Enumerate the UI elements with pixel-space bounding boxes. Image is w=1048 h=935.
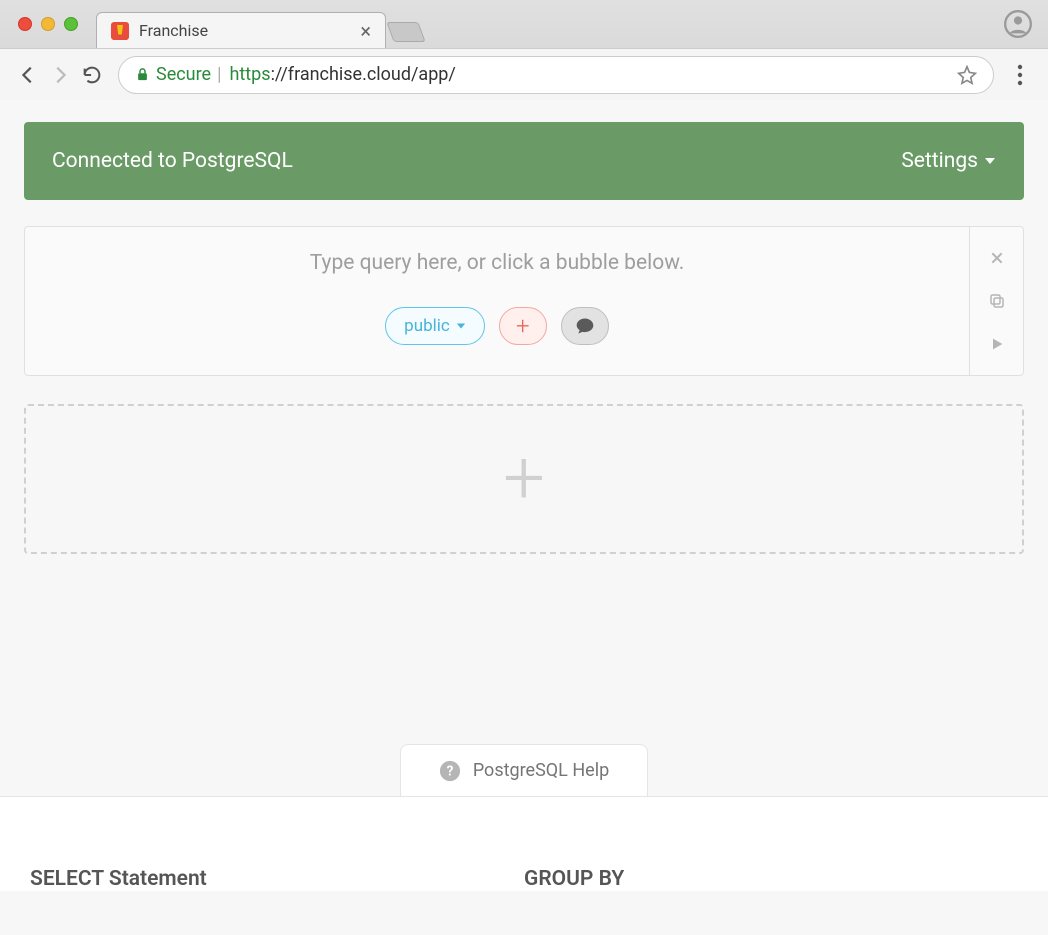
caret-down-icon bbox=[984, 155, 996, 167]
add-bubble-button[interactable]: + bbox=[499, 307, 547, 345]
bubble-row: public + bbox=[385, 307, 609, 345]
connection-banner: Connected to PostgreSQL Settings bbox=[24, 122, 1024, 200]
connection-status: Connected to PostgreSQL bbox=[52, 149, 293, 173]
address-bar[interactable]: Secure | https://franchise.cloud/app/ bbox=[118, 56, 994, 94]
help-column-groupby: GROUP BY bbox=[524, 867, 1018, 891]
browser-chrome: Franchise × Secure | https://franchise.c… bbox=[0, 0, 1048, 100]
nav-back-button[interactable] bbox=[12, 59, 44, 91]
query-card: Type query here, or click a bubble below… bbox=[24, 226, 1024, 376]
browser-tab[interactable]: Franchise × bbox=[96, 12, 386, 48]
schema-select-bubble[interactable]: public bbox=[385, 307, 485, 345]
tab-close-button[interactable]: × bbox=[360, 19, 371, 43]
page-content: Connected to PostgreSQL Settings Type qu… bbox=[0, 100, 1048, 935]
copy-query-button[interactable] bbox=[988, 292, 1006, 310]
query-placeholder: Type query here, or click a bubble below… bbox=[310, 251, 685, 275]
window-maximize-button[interactable] bbox=[64, 17, 78, 31]
chat-bubble-button[interactable] bbox=[561, 307, 609, 345]
svg-text:?: ? bbox=[446, 763, 453, 779]
help-content: SELECT Statement GROUP BY bbox=[0, 796, 1048, 891]
help-icon: ? bbox=[439, 760, 461, 782]
help-section: ? PostgreSQL Help SELECT Statement GROUP… bbox=[0, 744, 1048, 891]
chat-icon bbox=[575, 316, 595, 336]
tab-title: Franchise bbox=[139, 21, 208, 40]
plus-icon: + bbox=[503, 442, 545, 516]
query-main[interactable]: Type query here, or click a bubble below… bbox=[25, 227, 969, 375]
tab-bar: Franchise × bbox=[0, 0, 1048, 48]
window-minimize-button[interactable] bbox=[41, 17, 55, 31]
play-icon bbox=[989, 336, 1005, 352]
nav-forward-button[interactable] bbox=[44, 59, 76, 91]
window-close-button[interactable] bbox=[18, 17, 32, 31]
new-tab-button[interactable] bbox=[386, 22, 425, 42]
address-divider: | bbox=[217, 64, 221, 85]
help-tab-label: PostgreSQL Help bbox=[473, 760, 609, 781]
bookmark-star-button[interactable] bbox=[957, 65, 977, 85]
url-rest: ://franchise.cloud/app/ bbox=[271, 64, 456, 85]
help-tab-button[interactable]: ? PostgreSQL Help bbox=[400, 744, 648, 796]
url-protocol: https bbox=[229, 64, 270, 85]
settings-label: Settings bbox=[901, 149, 978, 173]
browser-menu-button[interactable] bbox=[1004, 64, 1036, 86]
user-profile-button[interactable] bbox=[1004, 10, 1032, 38]
plus-icon: + bbox=[516, 312, 530, 340]
run-query-button[interactable] bbox=[989, 336, 1005, 352]
window-controls bbox=[18, 17, 78, 31]
add-cell-button[interactable]: + bbox=[24, 404, 1024, 554]
schema-label: public bbox=[404, 316, 450, 336]
lock-icon bbox=[135, 67, 150, 82]
help-column-select: SELECT Statement bbox=[30, 867, 524, 891]
favicon-icon bbox=[111, 22, 129, 40]
copy-icon bbox=[988, 292, 1006, 310]
caret-down-icon bbox=[456, 321, 466, 331]
settings-button[interactable]: Settings bbox=[901, 149, 996, 173]
query-sidebar bbox=[969, 227, 1023, 375]
close-icon bbox=[989, 250, 1005, 266]
nav-reload-button[interactable] bbox=[76, 59, 108, 91]
close-query-button[interactable] bbox=[989, 250, 1005, 266]
secure-label: Secure bbox=[156, 64, 211, 85]
address-row: Secure | https://franchise.cloud/app/ bbox=[0, 48, 1048, 100]
